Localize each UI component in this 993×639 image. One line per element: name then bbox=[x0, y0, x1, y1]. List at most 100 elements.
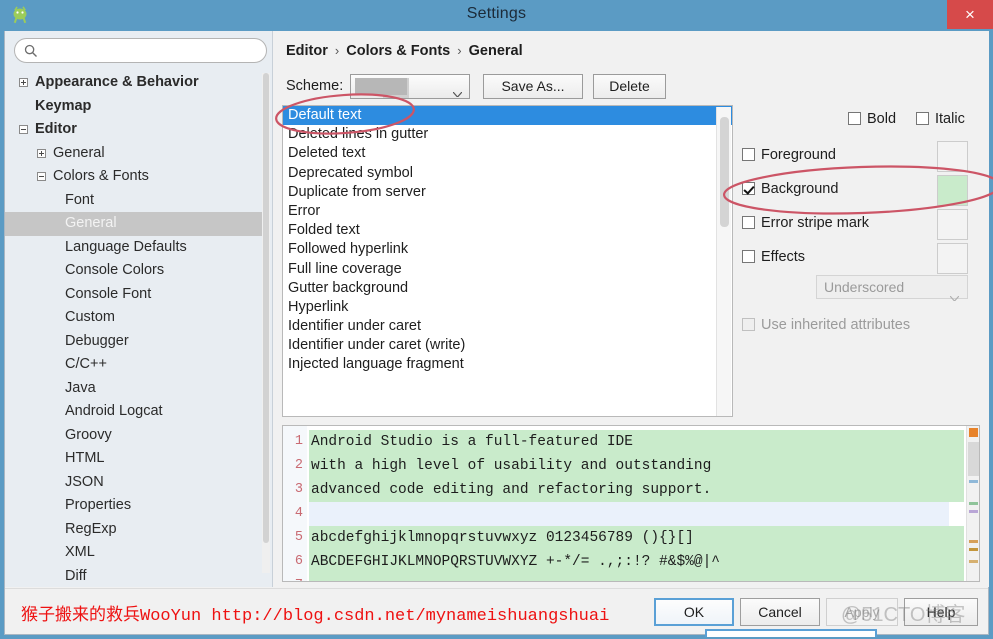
breadcrumb-part-colors-fonts[interactable]: Colors & Fonts bbox=[346, 43, 450, 59]
effects-checkbox[interactable] bbox=[742, 250, 755, 263]
attribute-list-scrollbar-thumb[interactable] bbox=[720, 117, 729, 227]
sidebar-item-font[interactable]: Font bbox=[5, 189, 263, 213]
breadcrumb-part-editor[interactable]: Editor bbox=[286, 43, 328, 59]
sidebar-item-c-c[interactable]: C/C++ bbox=[5, 353, 263, 377]
use-inherited-attributes-row[interactable]: Use inherited attributes bbox=[742, 317, 910, 333]
sidebar-item-language-defaults[interactable]: Language Defaults bbox=[5, 236, 263, 260]
sidebar-item-console-colors[interactable]: Console Colors bbox=[5, 259, 263, 283]
sidebar-item-label: Diff bbox=[65, 567, 87, 584]
ok-button[interactable]: OK bbox=[654, 598, 734, 626]
effect-type-dropdown[interactable]: Underscored bbox=[816, 275, 968, 302]
attribute-editor: Bold Italic Foreground Background Error … bbox=[740, 105, 980, 417]
attribute-list-item[interactable]: Deleted text bbox=[283, 144, 732, 163]
foreground-checkbox-row[interactable]: Foreground bbox=[742, 147, 836, 163]
attribute-list-item[interactable]: Default text bbox=[283, 106, 732, 126]
italic-checkbox-row[interactable]: Italic bbox=[916, 111, 965, 127]
collapse-icon[interactable] bbox=[37, 172, 46, 181]
sidebar-item-label: Console Font bbox=[65, 285, 152, 302]
attribute-list-item[interactable]: Deleted lines in gutter bbox=[283, 125, 732, 144]
preview-editor[interactable]: 1 Android Studio is a full-featured IDE 2 w… bbox=[282, 425, 980, 582]
sidebar-item-json[interactable]: JSON bbox=[5, 471, 263, 495]
attribute-list-item[interactable]: Identifier under caret bbox=[283, 317, 732, 336]
sidebar-item-label: Language Defaults bbox=[65, 238, 187, 255]
sidebar-item-general[interactable]: General bbox=[5, 212, 263, 236]
use-inherited-attributes-label: Use inherited attributes bbox=[761, 317, 911, 333]
sidebar-item-console-font[interactable]: Console Font bbox=[5, 283, 263, 307]
sidebar-item-colors-fonts[interactable]: Colors & Fonts bbox=[5, 165, 263, 189]
bold-checkbox-row[interactable]: Bold bbox=[848, 111, 896, 127]
sidebar-item-label: General bbox=[53, 144, 105, 161]
sidebar-scrollbar[interactable] bbox=[262, 73, 270, 573]
italic-checkbox[interactable] bbox=[916, 112, 929, 125]
preview-line-text bbox=[309, 502, 949, 526]
sidebar-item-debugger[interactable]: Debugger bbox=[5, 330, 263, 354]
error-stripe-checkbox-row[interactable]: Error stripe mark bbox=[742, 215, 869, 231]
preview-line-number: 4 bbox=[294, 506, 303, 521]
sidebar-item-groovy[interactable]: Groovy bbox=[5, 424, 263, 448]
attribute-list-item[interactable]: Folded text bbox=[283, 221, 732, 240]
error-stripe-mark-checkbox[interactable] bbox=[742, 216, 755, 229]
sidebar-item-label: Font bbox=[65, 191, 95, 208]
background-color-swatch[interactable] bbox=[937, 175, 968, 206]
settings-tree[interactable]: Appearance & Behavior Keymap Editor General… bbox=[5, 71, 263, 585]
preview-scrollbar-thumb[interactable] bbox=[968, 442, 979, 476]
sidebar-item-xml[interactable]: XML bbox=[5, 541, 263, 565]
sidebar-item-html[interactable]: HTML bbox=[5, 447, 263, 471]
attribute-list[interactable]: Default text Deleted lines in gutter Delet… bbox=[282, 105, 733, 417]
preview-line-number: 3 bbox=[294, 482, 303, 497]
expand-icon[interactable] bbox=[19, 78, 28, 87]
attribute-list-item[interactable]: Hyperlink bbox=[283, 298, 732, 317]
search-input[interactable] bbox=[42, 41, 260, 60]
error-stripe-color-swatch[interactable] bbox=[937, 209, 968, 240]
sidebar-item-general[interactable]: General bbox=[5, 142, 263, 166]
preview-line-text: Android Studio is a full-featured IDE bbox=[309, 430, 964, 454]
sidebar-item-properties[interactable]: Properties bbox=[5, 494, 263, 518]
bold-checkbox[interactable] bbox=[848, 112, 861, 125]
attribute-list-scrollbar[interactable] bbox=[716, 107, 731, 416]
sidebar-item-label: C/C++ bbox=[65, 356, 107, 372]
preview-line-number: 6 bbox=[294, 554, 303, 569]
foreground-checkbox[interactable] bbox=[742, 148, 755, 161]
sidebar-item-appearance-behavior[interactable]: Appearance & Behavior bbox=[5, 71, 263, 95]
cancel-button[interactable]: Cancel bbox=[740, 598, 820, 626]
attribute-list-item[interactable]: Full line coverage bbox=[283, 260, 732, 279]
bold-label: Bold bbox=[867, 111, 897, 127]
sidebar-item-regexp[interactable]: RegExp bbox=[5, 518, 263, 542]
preview-error-stripe[interactable] bbox=[966, 426, 979, 581]
attribute-list-item[interactable]: Identifier under caret (write) bbox=[283, 336, 732, 355]
sidebar-scrollbar-thumb[interactable] bbox=[263, 73, 269, 543]
attribute-list-item[interactable]: Injected language fragment bbox=[283, 355, 732, 374]
error-stripe-status-icon bbox=[969, 428, 978, 437]
foreground-color-swatch[interactable] bbox=[937, 141, 968, 172]
stripe-mark bbox=[969, 510, 978, 513]
attribute-list-item[interactable]: Gutter background bbox=[283, 279, 732, 298]
delete-button[interactable]: Delete bbox=[593, 74, 666, 99]
breadcrumb-separator: › bbox=[334, 43, 340, 58]
scheme-dropdown[interactable] bbox=[350, 74, 470, 99]
breadcrumb-part-general[interactable]: General bbox=[469, 43, 523, 59]
close-icon[interactable]: × bbox=[947, 0, 993, 29]
search-box[interactable] bbox=[14, 38, 267, 63]
attribute-list-item[interactable]: Followed hyperlink bbox=[283, 240, 732, 259]
sidebar-item-keymap[interactable]: Keymap bbox=[5, 95, 263, 119]
collapse-icon[interactable] bbox=[19, 125, 28, 134]
effects-checkbox-row[interactable]: Effects bbox=[742, 249, 805, 265]
background-checkbox-row[interactable]: Background bbox=[742, 181, 838, 197]
sidebar-item-java[interactable]: Java bbox=[5, 377, 263, 401]
save-as-button[interactable]: Save As... bbox=[483, 74, 583, 99]
expand-icon[interactable] bbox=[37, 148, 46, 158]
attribute-list-item[interactable]: Deprecated symbol bbox=[283, 164, 732, 183]
background-checkbox[interactable] bbox=[742, 182, 755, 195]
sidebar-item-android-logcat[interactable]: Android Logcat bbox=[5, 400, 263, 424]
help-button[interactable]: Help bbox=[904, 598, 978, 626]
sidebar-item-custom[interactable]: Custom bbox=[5, 306, 263, 330]
attribute-list-item[interactable]: Duplicate from server bbox=[283, 183, 732, 202]
sidebar-item-editor[interactable]: Editor bbox=[5, 118, 263, 142]
sidebar-item-label: Groovy bbox=[65, 426, 112, 443]
background-label: Background bbox=[761, 181, 839, 197]
use-inherited-attributes-checkbox[interactable] bbox=[742, 318, 755, 331]
effects-color-swatch[interactable] bbox=[937, 243, 968, 274]
sidebar-item-diff[interactable]: Diff bbox=[5, 565, 263, 586]
attribute-list-item[interactable]: Error bbox=[283, 202, 732, 221]
preview-line-number: 5 bbox=[294, 530, 303, 545]
